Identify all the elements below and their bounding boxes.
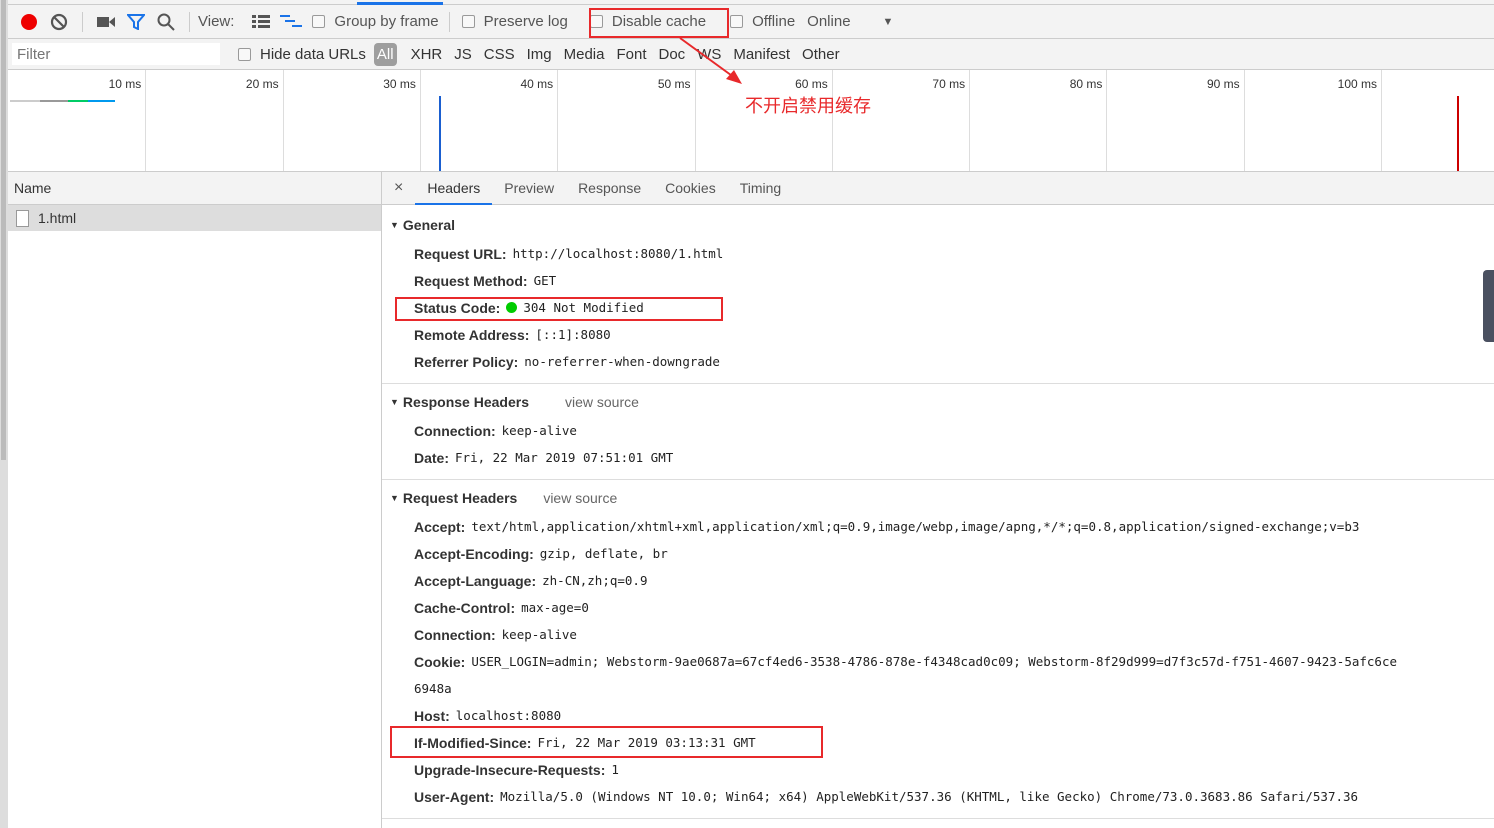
header-value: no-referrer-when-downgrade [524,354,720,369]
tab-response[interactable]: Response [566,172,653,205]
view-source-link[interactable]: view source [543,490,617,506]
header-value: Fri, 22 Mar 2019 07:51:01 GMT [455,450,674,465]
floating-widget [1483,270,1494,342]
name-column-header[interactable]: Name [8,172,381,205]
header-value-continued: 6948a [414,681,452,696]
highlight-disable-cache [589,8,729,38]
header-value: gzip, deflate, br [539,546,668,561]
expand-triangle-icon: ▼ [390,220,399,230]
header-key: Request Method: [414,272,528,289]
header-value: Mozilla/5.0 (Windows NT 10.0; Win64; x64… [500,789,1359,804]
header-key: Connection: [414,626,496,643]
general-header[interactable]: ▼ General [382,213,1494,237]
header-key: User-Agent: [414,788,495,805]
request-headers-section: ▼ Request Headers view source Accept: text/… [382,480,1494,819]
request-list: Name 1.html [8,172,382,828]
header-value: GET [533,273,557,288]
header-key: Referrer Policy: [414,353,519,370]
request-headers-header[interactable]: ▼ Request Headers view source [382,486,1494,510]
header-value: localhost:8080 [455,708,562,723]
header-value: USER_LOGIN=admin; Webstorm-9ae0687a=67cf… [471,654,1397,669]
header-value: text/html,application/xhtml+xml,applicat… [471,519,1360,534]
response-headers-header[interactable]: ▼ Response Headers view source [382,390,1494,414]
tab-cookies[interactable]: Cookies [653,172,728,205]
general-section: ▼ General Request URL: http://localhost:80… [382,205,1494,384]
header-key: Connection: [414,422,496,439]
highlight-if-modified-since [390,726,823,758]
header-value: keep-alive [501,423,577,438]
close-icon[interactable]: × [382,179,415,197]
header-key: Accept-Language: [414,572,537,589]
header-key: Cookie: [414,653,466,670]
highlight-status-code [395,297,723,321]
document-icon [16,209,29,227]
view-source-link[interactable]: view source [565,394,639,410]
tab-headers[interactable]: Headers [415,172,493,205]
header-key: Cache-Control: [414,599,516,616]
tab-timing[interactable]: Timing [728,172,794,205]
header-key: Host: [414,707,450,724]
header-key: Remote Address: [414,326,530,343]
header-key: Accept-Encoding: [414,545,534,562]
tab-preview[interactable]: Preview [492,172,566,205]
header-key: Upgrade-Insecure-Requests: [414,761,606,778]
header-value: 1 [611,762,619,777]
expand-triangle-icon: ▼ [390,397,399,407]
request-row[interactable]: 1.html [8,205,381,231]
header-key: Accept: [414,518,466,535]
header-value: zh-CN,zh;q=0.9 [542,573,648,588]
response-headers-section: ▼ Response Headers view source Connection:… [382,384,1494,480]
header-value: keep-alive [501,627,577,642]
header-key: Date: [414,449,450,466]
header-value: [::1]:8080 [535,327,611,342]
header-value: max-age=0 [521,600,589,615]
header-key: Request URL: [414,245,507,262]
expand-triangle-icon: ▼ [390,493,399,503]
header-value: http://localhost:8080/1.html [512,246,724,261]
